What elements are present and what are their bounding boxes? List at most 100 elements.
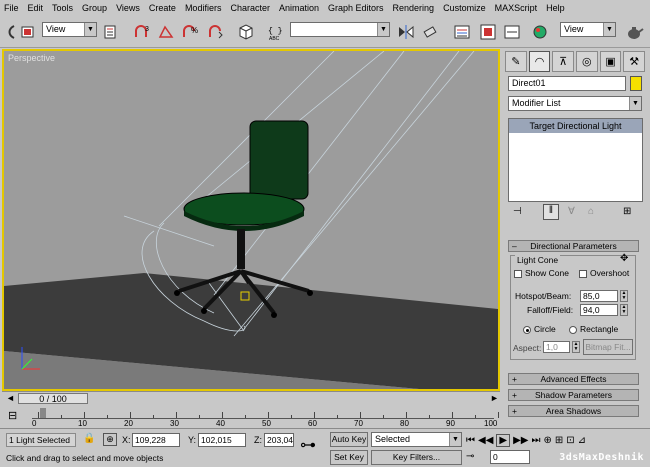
menu-edit[interactable]: Edit [24,3,49,13]
aspect-spin-arrows[interactable]: ▲ ▼ [572,341,580,353]
menu-animation[interactable]: Animation [275,3,324,13]
play-icon[interactable]: ▶ [496,433,511,447]
falloff-label: Falloff/Field: [527,305,574,315]
curve-editor-icon[interactable] [478,22,498,42]
falloff-spinner[interactable]: 94,0 [580,304,618,316]
show-end-result-icon[interactable]: ‖ [543,204,559,220]
percent-snap-icon[interactable]: % [180,22,200,42]
aspect-spinner[interactable]: 1,0 [543,341,570,353]
object-name-field[interactable]: Direct01 [508,76,626,91]
hotspot-label: Hotspot/Beam: [515,291,572,301]
lock-selection-icon[interactable]: 🔒 [83,433,95,444]
utilities-tab-icon[interactable]: ⚒ [623,51,646,72]
menu-rendering[interactable]: Rendering [389,3,440,13]
go-to-end-icon[interactable]: ⏭ [531,435,540,446]
track-bar[interactable]: ⊟ 0 10 20 30 40 50 60 70 80 90 100 [2,406,500,428]
view-dropdown[interactable]: View ▼ [42,22,97,37]
zoom-extents-icon[interactable]: ⊡ [566,435,574,446]
hotspot-spin-arrows[interactable]: ▲ ▼ [620,290,628,302]
remove-modifier-icon[interactable]: ⌂ [588,206,594,217]
pin-stack-icon[interactable]: ⊣ [513,206,522,217]
tick-label-10: 10 [78,419,87,428]
viewport-scene [4,51,498,389]
advanced-effects-rollout[interactable]: + Advanced Effects [508,373,639,385]
menu-help[interactable]: Help [542,3,570,13]
field-of-view-icon[interactable]: ⊿ [578,435,586,446]
overshoot-checkbox[interactable]: Overshoot [579,268,629,278]
bitmap-fit-button[interactable]: Bitmap Fit... [583,339,633,355]
object-color-swatch[interactable] [630,76,642,91]
menu-tools[interactable]: Tools [48,3,78,13]
pan-hand-icon: ✥ [620,253,629,264]
modifier-list-dropdown[interactable]: Modifier List ▼ [508,96,642,111]
time-slider-thumb[interactable]: 0 / 100 [18,393,88,404]
track-tick [107,415,108,418]
configure-modifier-sets-icon[interactable]: ⊞ [623,206,631,217]
key-mode-dropdown[interactable]: Selected ▼ [371,432,462,447]
menu-views[interactable]: Views [112,3,145,13]
y-coordinate-field[interactable]: 102,015 [198,433,246,447]
zoom-icon[interactable]: ⊕ [543,435,551,446]
menu-character[interactable]: Character [226,3,275,13]
stack-item-target-directional-light[interactable]: Target Directional Light [509,119,642,133]
time-slider-next[interactable]: ► [490,393,499,403]
key-mode-toggle-icon[interactable]: ⊶ [300,435,316,455]
current-frame-field[interactable]: 0 [490,450,530,464]
layer-icon[interactable] [452,22,472,42]
spinner-snap-icon[interactable] [206,22,226,42]
select-by-name-icon[interactable] [100,22,120,42]
menu-create[interactable]: Create [145,3,181,13]
set-key-button[interactable]: Set Key [330,450,368,465]
material-editor-icon[interactable] [530,22,550,42]
rectangle-radio[interactable]: Rectangle [569,324,618,334]
time-slider-prev[interactable]: ◄ [6,393,15,403]
falloff-spin-arrows[interactable]: ▲ ▼ [620,304,628,316]
hotspot-spinner[interactable]: 85,0 [580,290,618,302]
prev-frame-icon[interactable]: ◀◀ [478,435,493,446]
aspect-label: Aspect: [513,343,542,353]
menu-customize[interactable]: Customize [439,3,491,13]
key-filters-button[interactable]: Key Filters... [371,450,462,465]
modify-tab-icon[interactable]: ◠ [528,51,551,72]
tick-label-0: 0 [32,419,37,428]
mini-curve-editor-icon[interactable]: ⊟ [8,409,17,422]
auto-key-button[interactable]: Auto Key [330,432,368,447]
teapot-icon[interactable] [624,22,644,42]
absolute-mode-icon[interactable]: ⊕ [103,433,117,446]
track-tick [452,412,453,418]
make-unique-icon[interactable]: ∀ [568,206,575,217]
z-coordinate-field[interactable]: 203,04 [264,433,294,447]
select-icon[interactable] [18,22,38,42]
directional-parameters-rollout[interactable]: – Directional Parameters [508,240,639,252]
perspective-viewport[interactable]: Perspective [2,49,500,391]
menu-group[interactable]: Group [78,3,112,13]
named-selection-dropdown[interactable]: ▼ [290,22,390,37]
show-cone-checkbox[interactable]: Show Cone [514,268,569,278]
align-icon[interactable] [420,22,440,42]
zoom-all-icon[interactable]: ⊞ [555,435,563,446]
circle-radio[interactable]: Circle [523,324,556,334]
go-to-start-icon[interactable]: ⏮ [466,435,475,446]
render-type-dropdown[interactable]: View ▼ [560,22,616,37]
keyboard-shortcut-icon[interactable]: { } ABC [266,22,286,42]
schematic-icon[interactable] [502,22,522,42]
shadow-parameters-rollout[interactable]: + Shadow Parameters [508,389,639,401]
key-icon[interactable]: ⊸ [466,451,474,462]
named-selection-icon[interactable] [236,22,256,42]
create-tab-icon[interactable]: ✎ [505,51,527,72]
x-coordinate-field[interactable]: 109,228 [132,433,180,447]
snap-3d-icon[interactable]: 3 [132,22,152,42]
next-frame-icon[interactable]: ▶▶ [513,435,528,446]
menu-file[interactable]: File [0,3,24,13]
mirror-icon[interactable] [396,22,416,42]
angle-snap-icon[interactable] [156,22,176,42]
motion-tab-icon[interactable]: ◎ [576,51,598,72]
time-slider[interactable]: ◄ 0 / 100 ► [2,391,500,405]
hierarchy-tab-icon[interactable]: ⊼ [552,51,575,72]
menu-graph-editors[interactable]: Graph Editors [324,3,389,13]
display-tab-icon[interactable]: ▣ [599,51,622,72]
area-shadows-rollout[interactable]: + Area Shadows [508,405,639,417]
menu-modifiers[interactable]: Modifiers [181,3,227,13]
menu-maxscript[interactable]: MAXScript [491,3,543,13]
command-panel-tabs: ✎ ◠ ⊼ ◎ ▣ ⚒ [505,51,647,73]
